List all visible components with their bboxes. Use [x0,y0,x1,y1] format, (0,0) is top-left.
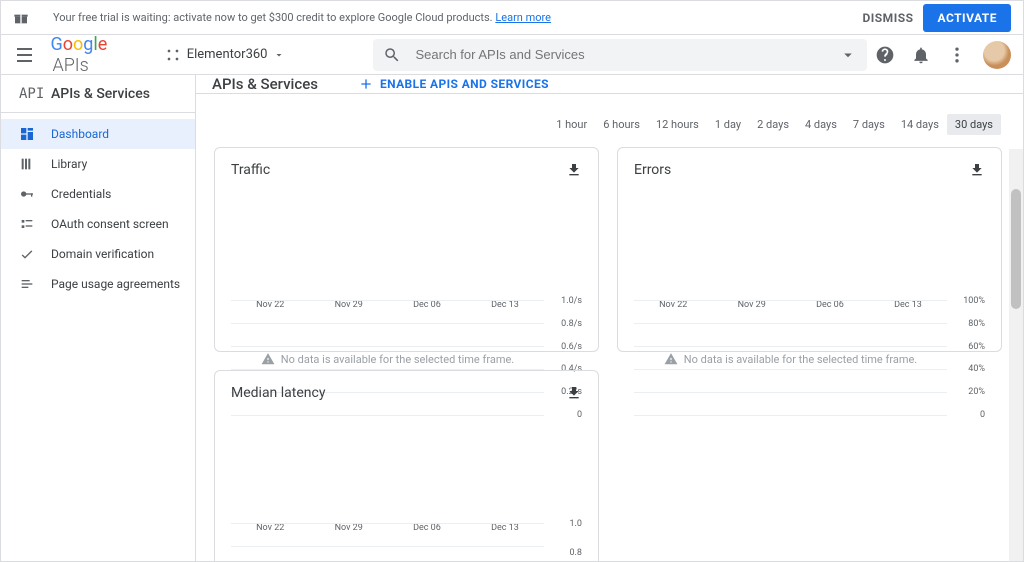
learn-more-link[interactable]: Learn more [495,11,551,24]
dashboard-icon [19,126,41,142]
time-range-1-hour[interactable]: 1 hour [548,114,595,135]
scrollbar[interactable] [1009,149,1023,561]
no-data-message: No data is available for the selected ti… [634,352,947,366]
api-icon: API [19,86,41,102]
agreement-icon [19,276,41,292]
time-range-30-days[interactable]: 30 days [947,114,1001,135]
download-icon[interactable] [566,162,582,178]
chart: 100%80%60%40%20%0No data is available fo… [634,300,985,430]
dismiss-button[interactable]: DISMISS [852,5,923,31]
sidebar-item-label: Domain verification [51,247,154,261]
search-icon [383,46,401,64]
errors-card: Errors100%80%60%40%20%0No data is availa… [617,147,1002,352]
google-apis-logo[interactable]: Google APIs [50,34,146,76]
sidebar-item-domain-verification[interactable]: Domain verification [1,239,195,269]
section-header: API APIs & Services [1,75,195,113]
card-title: Median latency [231,385,582,401]
content: APIs & Services ENABLE APIS AND SERVICES… [196,75,1023,561]
key-icon [19,186,41,202]
search-input[interactable] [415,47,835,62]
consent-icon [19,216,41,232]
time-range-6-hours[interactable]: 6 hours [595,114,648,135]
page-title: APIs & Services [212,75,318,93]
enable-apis-button[interactable]: ENABLE APIS AND SERVICES [358,76,549,92]
plus-icon [358,76,374,92]
sidebar-item-oauth-consent-screen[interactable]: OAuth consent screen [1,209,195,239]
download-icon[interactable] [969,162,985,178]
sidebar-item-label: Credentials [51,187,111,201]
scroll-thumb[interactable] [1011,189,1021,309]
download-icon[interactable] [566,385,582,401]
trial-banner: Your free trial is waiting: activate now… [1,1,1023,35]
time-range-1-day[interactable]: 1 day [707,114,749,135]
help-icon[interactable] [875,45,895,65]
project-selector[interactable]: Elementor360 [165,47,286,63]
y-axis-labels: 1.00.80.60.40.2 [550,519,582,561]
avatar[interactable] [983,41,1011,69]
chevron-down-icon [273,49,285,61]
card-title: Traffic [231,162,582,178]
time-range-14-days[interactable]: 14 days [893,114,947,135]
latency-card: Median latency 1.00.80.60.40.2No data is … [214,370,599,561]
card-title: Errors [634,162,985,178]
time-range-2-days[interactable]: 2 days [749,114,797,135]
sidebar-item-label: Page usage agreements [51,277,180,291]
bell-icon[interactable] [911,45,931,65]
sidebar-item-library[interactable]: Library [1,149,195,179]
chart: 1.00.80.60.40.2No data is available for … [231,523,582,561]
sidebar-item-credentials[interactable]: Credentials [1,179,195,209]
content-header: APIs & Services ENABLE APIS AND SERVICES [196,75,1023,94]
traffic-card: Traffic1.0/s0.8/s0.6/s0.4/s0.2/s0No data… [214,147,599,352]
time-range-4-days[interactable]: 4 days [797,114,845,135]
sidebar: API APIs & Services Dashboard Library Cred… [1,75,196,561]
activate-button[interactable]: ACTIVATE [923,4,1011,32]
sidebar-item-dashboard[interactable]: Dashboard [1,119,195,149]
chevron-down-icon[interactable] [839,46,857,64]
sidebar-item-label: Dashboard [51,127,109,141]
section-title: APIs & Services [51,86,150,102]
time-range-7-days[interactable]: 7 days [845,114,893,135]
check-icon [19,246,41,262]
top-bar: Google APIs Elementor360 [1,35,1023,75]
menu-icon[interactable] [13,43,36,67]
time-range-12-hours[interactable]: 12 hours [648,114,707,135]
search-box[interactable] [373,39,867,71]
more-vert-icon[interactable] [947,45,967,65]
no-data-message: No data is available for the selected ti… [231,352,544,366]
sidebar-item-label: OAuth consent screen [51,217,169,231]
trial-message: Your free trial is waiting: activate now… [53,11,551,24]
sidebar-item-page-usage-agreements[interactable]: Page usage agreements [1,269,195,299]
library-icon [19,156,41,172]
time-range-row: 1 hour6 hours12 hours1 day2 days4 days7 … [196,94,1023,147]
gift-icon [13,10,29,26]
project-name: Elementor360 [187,47,268,62]
sidebar-item-label: Library [51,157,87,171]
y-axis-labels: 100%80%60%40%20%0 [953,296,985,420]
